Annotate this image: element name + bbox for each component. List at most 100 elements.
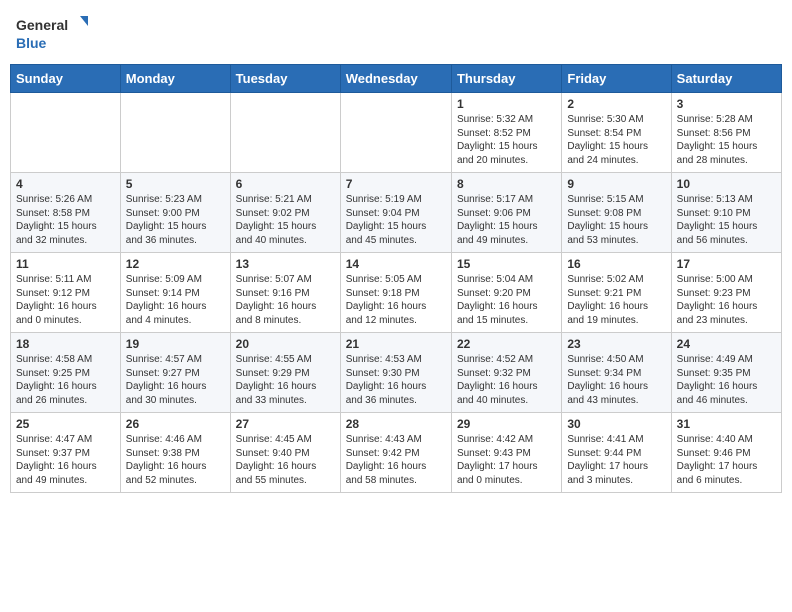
calendar-cell: 20Sunrise: 4:55 AM Sunset: 9:29 PM Dayli… bbox=[230, 333, 340, 413]
calendar-cell: 26 Sunrise: 4:46 AM Sunset: 9:38 PM Dayli… bbox=[120, 413, 230, 493]
col-header-sunday: Sunday bbox=[11, 65, 121, 93]
day-info: Sunrise: 4:57 AM Sunset: 9:27 PM Dayligh… bbox=[126, 353, 225, 407]
day-info: Sunrise: 5:30 AM Sunset: 8:54 PM Dayligh… bbox=[567, 113, 665, 167]
calendar-week-row: 1 Sunrise: 5:32 AM Sunset: 8:52 PM Daylig… bbox=[11, 93, 782, 173]
day-info: Sunrise: 4:52 AM Sunset: 9:32 PM Dayligh… bbox=[457, 353, 556, 407]
calendar-cell: 17 Sunrise: 5:00 AM Sunset: 9:23 PM Dayli… bbox=[671, 253, 781, 333]
day-number: 27 bbox=[236, 417, 335, 431]
day-info: Sunrise: 5:09 AM Sunset: 9:14 PM Dayligh… bbox=[126, 273, 225, 327]
calendar-cell: 8Sunrise: 5:17 AM Sunset: 9:06 PM Daylig… bbox=[451, 173, 561, 253]
day-number: 17 bbox=[677, 257, 776, 271]
calendar-week-row: 4 Sunrise: 5:26 AM Sunset: 8:58 PM Daylig… bbox=[11, 173, 782, 253]
day-info: Sunrise: 5:05 AM Sunset: 9:18 PM Dayligh… bbox=[346, 273, 446, 327]
calendar-cell: 29Sunrise: 4:42 AM Sunset: 9:43 PM Dayli… bbox=[451, 413, 561, 493]
day-info: Sunrise: 4:58 AM Sunset: 9:25 PM Dayligh… bbox=[16, 353, 115, 407]
day-info: Sunrise: 4:50 AM Sunset: 9:34 PM Dayligh… bbox=[567, 353, 665, 407]
day-info: Sunrise: 5:13 AM Sunset: 9:10 PM Dayligh… bbox=[677, 193, 776, 247]
calendar-week-row: 25 Sunrise: 4:47 AM Sunset: 9:37 PM Dayli… bbox=[11, 413, 782, 493]
col-header-monday: Monday bbox=[120, 65, 230, 93]
day-number: 18 bbox=[16, 337, 115, 351]
calendar-cell: 16 Sunrise: 5:02 AM Sunset: 9:21 PM Dayli… bbox=[562, 253, 671, 333]
calendar-cell: 15 Sunrise: 5:04 AM Sunset: 9:20 PM Dayli… bbox=[451, 253, 561, 333]
day-number: 21 bbox=[346, 337, 446, 351]
calendar-week-row: 11 Sunrise: 5:11 AM Sunset: 9:12 PM Dayli… bbox=[11, 253, 782, 333]
calendar-cell: 22 Sunrise: 4:52 AM Sunset: 9:32 PM Dayli… bbox=[451, 333, 561, 413]
calendar-cell: 24 Sunrise: 4:49 AM Sunset: 9:35 PM Dayli… bbox=[671, 333, 781, 413]
calendar-cell: 7 Sunrise: 5:19 AM Sunset: 9:04 PM Daylig… bbox=[340, 173, 451, 253]
calendar-cell: 2 Sunrise: 5:30 AM Sunset: 8:54 PM Daylig… bbox=[562, 93, 671, 173]
day-number: 23 bbox=[567, 337, 665, 351]
calendar-cell: 11 Sunrise: 5:11 AM Sunset: 9:12 PM Dayli… bbox=[11, 253, 121, 333]
day-info: Sunrise: 5:32 AM Sunset: 8:52 PM Dayligh… bbox=[457, 113, 556, 167]
day-number: 14 bbox=[346, 257, 446, 271]
day-info: Sunrise: 4:45 AM Sunset: 9:40 PM Dayligh… bbox=[236, 433, 335, 487]
day-number: 4 bbox=[16, 177, 115, 191]
day-number: 24 bbox=[677, 337, 776, 351]
calendar-cell: 10Sunrise: 5:13 AM Sunset: 9:10 PM Dayli… bbox=[671, 173, 781, 253]
calendar-cell: 13 Sunrise: 5:07 AM Sunset: 9:16 PM Dayli… bbox=[230, 253, 340, 333]
day-number: 19 bbox=[126, 337, 225, 351]
calendar-header-row: SundayMondayTuesdayWednesdayThursdayFrid… bbox=[11, 65, 782, 93]
day-number: 16 bbox=[567, 257, 665, 271]
calendar-cell: 25 Sunrise: 4:47 AM Sunset: 9:37 PM Dayli… bbox=[11, 413, 121, 493]
day-number: 31 bbox=[677, 417, 776, 431]
day-info: Sunrise: 4:47 AM Sunset: 9:37 PM Dayligh… bbox=[16, 433, 115, 487]
calendar-cell: 12Sunrise: 5:09 AM Sunset: 9:14 PM Dayli… bbox=[120, 253, 230, 333]
calendar-cell: 6Sunrise: 5:21 AM Sunset: 9:02 PM Daylig… bbox=[230, 173, 340, 253]
day-info: Sunrise: 5:28 AM Sunset: 8:56 PM Dayligh… bbox=[677, 113, 776, 167]
day-info: Sunrise: 5:07 AM Sunset: 9:16 PM Dayligh… bbox=[236, 273, 335, 327]
day-info: Sunrise: 5:04 AM Sunset: 9:20 PM Dayligh… bbox=[457, 273, 556, 327]
calendar-cell: 18 Sunrise: 4:58 AM Sunset: 9:25 PM Dayli… bbox=[11, 333, 121, 413]
day-number: 29 bbox=[457, 417, 556, 431]
day-info: Sunrise: 5:26 AM Sunset: 8:58 PM Dayligh… bbox=[16, 193, 115, 247]
day-info: Sunrise: 5:17 AM Sunset: 9:06 PM Dayligh… bbox=[457, 193, 556, 247]
day-info: Sunrise: 4:49 AM Sunset: 9:35 PM Dayligh… bbox=[677, 353, 776, 407]
calendar-cell: 31 Sunrise: 4:40 AM Sunset: 9:46 PM Dayli… bbox=[671, 413, 781, 493]
calendar-week-row: 18 Sunrise: 4:58 AM Sunset: 9:25 PM Dayli… bbox=[11, 333, 782, 413]
day-info: Sunrise: 5:19 AM Sunset: 9:04 PM Dayligh… bbox=[346, 193, 446, 247]
day-info: Sunrise: 4:53 AM Sunset: 9:30 PM Dayligh… bbox=[346, 353, 446, 407]
svg-text:Blue: Blue bbox=[16, 35, 47, 51]
logo-svg: GeneralBlue bbox=[16, 14, 106, 54]
day-info: Sunrise: 5:11 AM Sunset: 9:12 PM Dayligh… bbox=[16, 273, 115, 327]
day-number: 3 bbox=[677, 97, 776, 111]
logo: GeneralBlue bbox=[16, 14, 106, 54]
calendar-cell: 28 Sunrise: 4:43 AM Sunset: 9:42 PM Dayli… bbox=[340, 413, 451, 493]
col-header-tuesday: Tuesday bbox=[230, 65, 340, 93]
day-info: Sunrise: 5:02 AM Sunset: 9:21 PM Dayligh… bbox=[567, 273, 665, 327]
calendar-cell bbox=[230, 93, 340, 173]
calendar-cell: 23 Sunrise: 4:50 AM Sunset: 9:34 PM Dayli… bbox=[562, 333, 671, 413]
day-number: 30 bbox=[567, 417, 665, 431]
calendar-cell: 9 Sunrise: 5:15 AM Sunset: 9:08 PM Daylig… bbox=[562, 173, 671, 253]
day-number: 28 bbox=[346, 417, 446, 431]
day-info: Sunrise: 4:41 AM Sunset: 9:44 PM Dayligh… bbox=[567, 433, 665, 487]
day-number: 5 bbox=[126, 177, 225, 191]
day-number: 15 bbox=[457, 257, 556, 271]
day-info: Sunrise: 4:46 AM Sunset: 9:38 PM Dayligh… bbox=[126, 433, 225, 487]
day-number: 1 bbox=[457, 97, 556, 111]
day-number: 11 bbox=[16, 257, 115, 271]
day-info: Sunrise: 4:43 AM Sunset: 9:42 PM Dayligh… bbox=[346, 433, 446, 487]
day-info: Sunrise: 5:00 AM Sunset: 9:23 PM Dayligh… bbox=[677, 273, 776, 327]
day-number: 25 bbox=[16, 417, 115, 431]
col-header-saturday: Saturday bbox=[671, 65, 781, 93]
calendar-cell: 3 Sunrise: 5:28 AM Sunset: 8:56 PM Daylig… bbox=[671, 93, 781, 173]
day-number: 22 bbox=[457, 337, 556, 351]
calendar-cell bbox=[340, 93, 451, 173]
calendar-cell: 5Sunrise: 5:23 AM Sunset: 9:00 PM Daylig… bbox=[120, 173, 230, 253]
calendar-cell: 4 Sunrise: 5:26 AM Sunset: 8:58 PM Daylig… bbox=[11, 173, 121, 253]
day-info: Sunrise: 5:15 AM Sunset: 9:08 PM Dayligh… bbox=[567, 193, 665, 247]
calendar-cell bbox=[11, 93, 121, 173]
day-number: 7 bbox=[346, 177, 446, 191]
day-number: 2 bbox=[567, 97, 665, 111]
calendar-cell: 27 Sunrise: 4:45 AM Sunset: 9:40 PM Dayli… bbox=[230, 413, 340, 493]
col-header-thursday: Thursday bbox=[451, 65, 561, 93]
day-number: 6 bbox=[236, 177, 335, 191]
day-number: 9 bbox=[567, 177, 665, 191]
calendar-cell bbox=[120, 93, 230, 173]
day-number: 13 bbox=[236, 257, 335, 271]
day-info: Sunrise: 4:40 AM Sunset: 9:46 PM Dayligh… bbox=[677, 433, 776, 487]
calendar-cell: 19 Sunrise: 4:57 AM Sunset: 9:27 PM Dayli… bbox=[120, 333, 230, 413]
page-header: GeneralBlue bbox=[10, 10, 782, 58]
day-number: 26 bbox=[126, 417, 225, 431]
